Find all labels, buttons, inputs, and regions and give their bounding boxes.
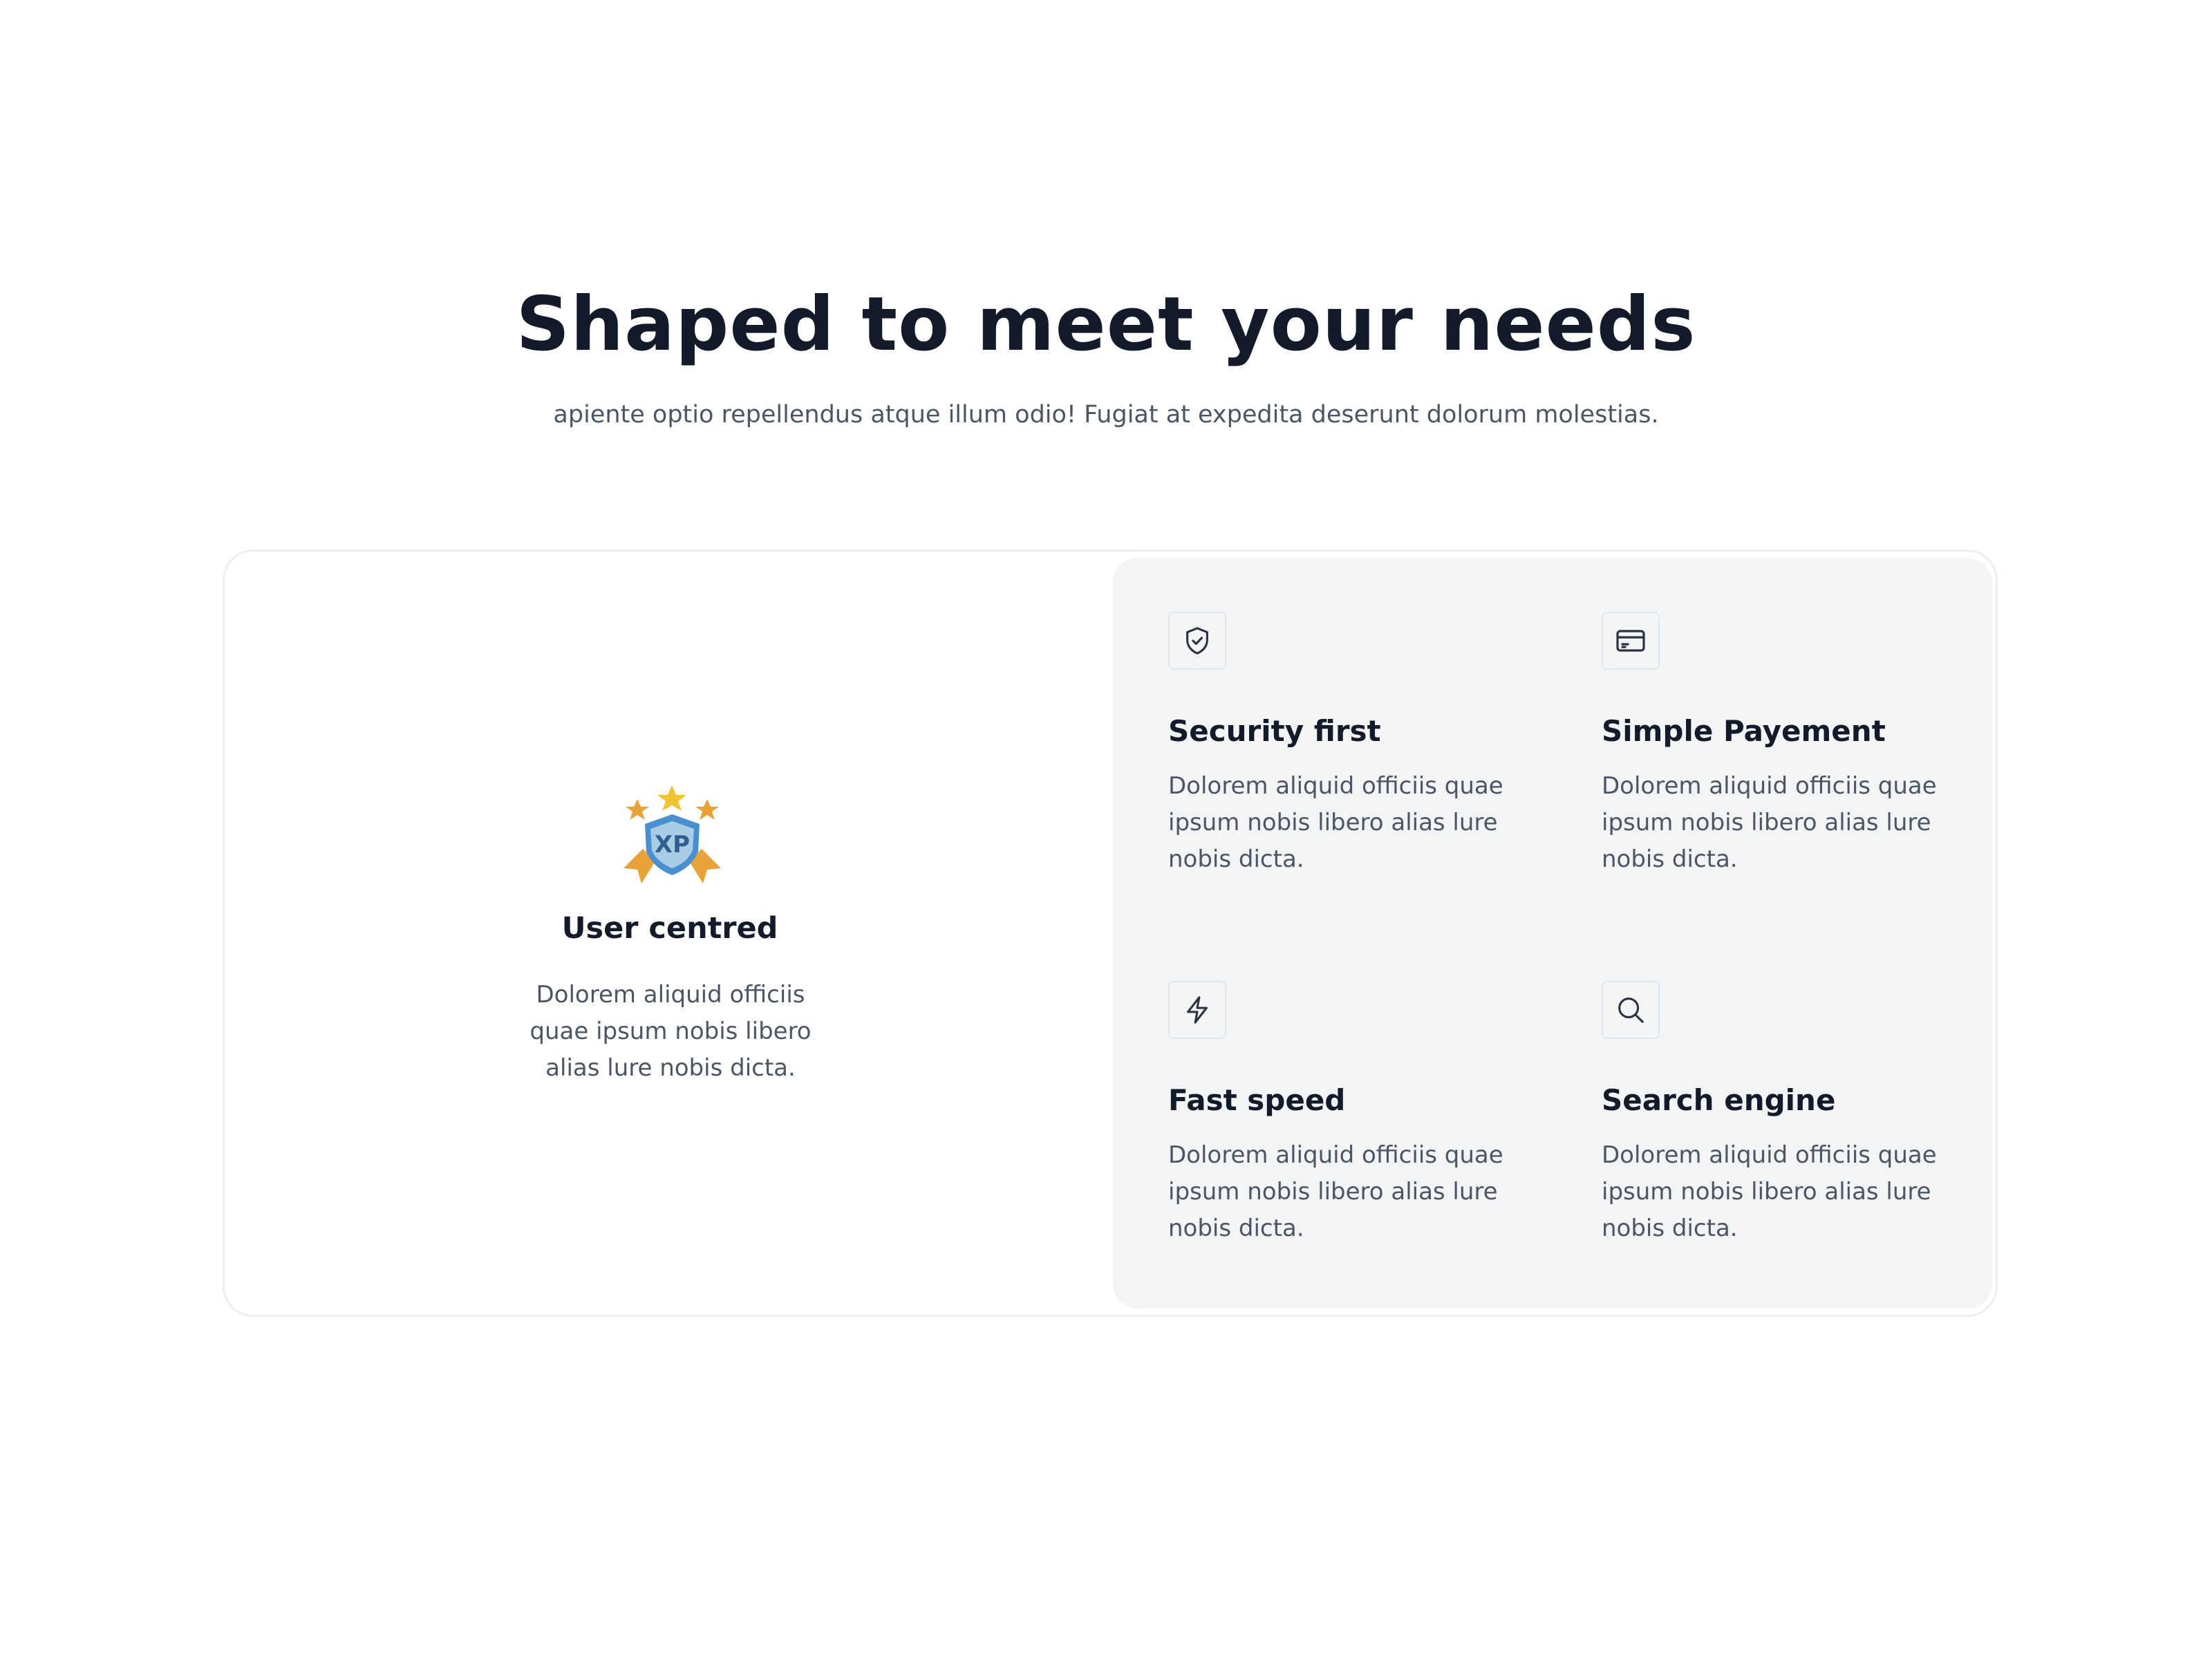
highlight-panel: XP User centred Dolorem aliquid officiis… — [225, 552, 1115, 1315]
shield-check-icon — [1186, 627, 1208, 655]
feature-description: Dolorem aliquid officiis quae ipsum nobi… — [1168, 1141, 1503, 1242]
feature-payment: Simple Payement Dolorem aliquid officiis… — [1602, 612, 1961, 878]
feature-title: Search engine — [1602, 1083, 1836, 1117]
feature-description: Dolorem aliquid officiis quae ipsum nobi… — [1602, 1141, 1937, 1242]
section-header: Shaped to meet your needs apiente optio … — [0, 276, 2212, 431]
section-subtitle: apiente optio repellendus atque illum od… — [553, 401, 1659, 429]
feature-speed: Fast speed Dolorem aliquid officiis quae… — [1168, 981, 1528, 1247]
feature-icon-container — [1602, 981, 1660, 1039]
feature-title: Simple Payement — [1602, 714, 1886, 748]
features-section: Shaped to meet your needs apiente optio … — [0, 0, 2212, 1659]
highlight-description: Dolorem aliquid officiis quae ipsum nobi… — [529, 981, 812, 1082]
feature-title: Security first — [1168, 714, 1381, 748]
feature-title: Fast speed — [1168, 1083, 1346, 1117]
section-title: Shaped to meet your needs — [516, 281, 1696, 368]
feature-description: Dolorem aliquid officiis quae ipsum nobi… — [1168, 772, 1503, 873]
search-icon — [1618, 997, 1644, 1023]
feature-icon-container — [1168, 981, 1226, 1039]
feature-description: Dolorem aliquid officiis quae ipsum nobi… — [1602, 772, 1937, 873]
xp-badge-icon: XP — [624, 785, 721, 883]
feature-icon-container — [1602, 612, 1660, 670]
badge-text: XP — [655, 831, 690, 859]
features-card: XP User centred Dolorem aliquid officiis… — [223, 550, 1998, 1317]
feature-icon-container — [1168, 612, 1226, 670]
credit-card-icon — [1616, 630, 1645, 652]
feature-search: Search engine Dolorem aliquid officiis q… — [1602, 981, 1961, 1247]
features-grid: Security first Dolorem aliquid officiis … — [1113, 558, 1992, 1309]
highlight-title: User centred — [561, 911, 778, 946]
feature-security: Security first Dolorem aliquid officiis … — [1168, 612, 1528, 878]
lightning-bolt-icon — [1187, 996, 1208, 1024]
